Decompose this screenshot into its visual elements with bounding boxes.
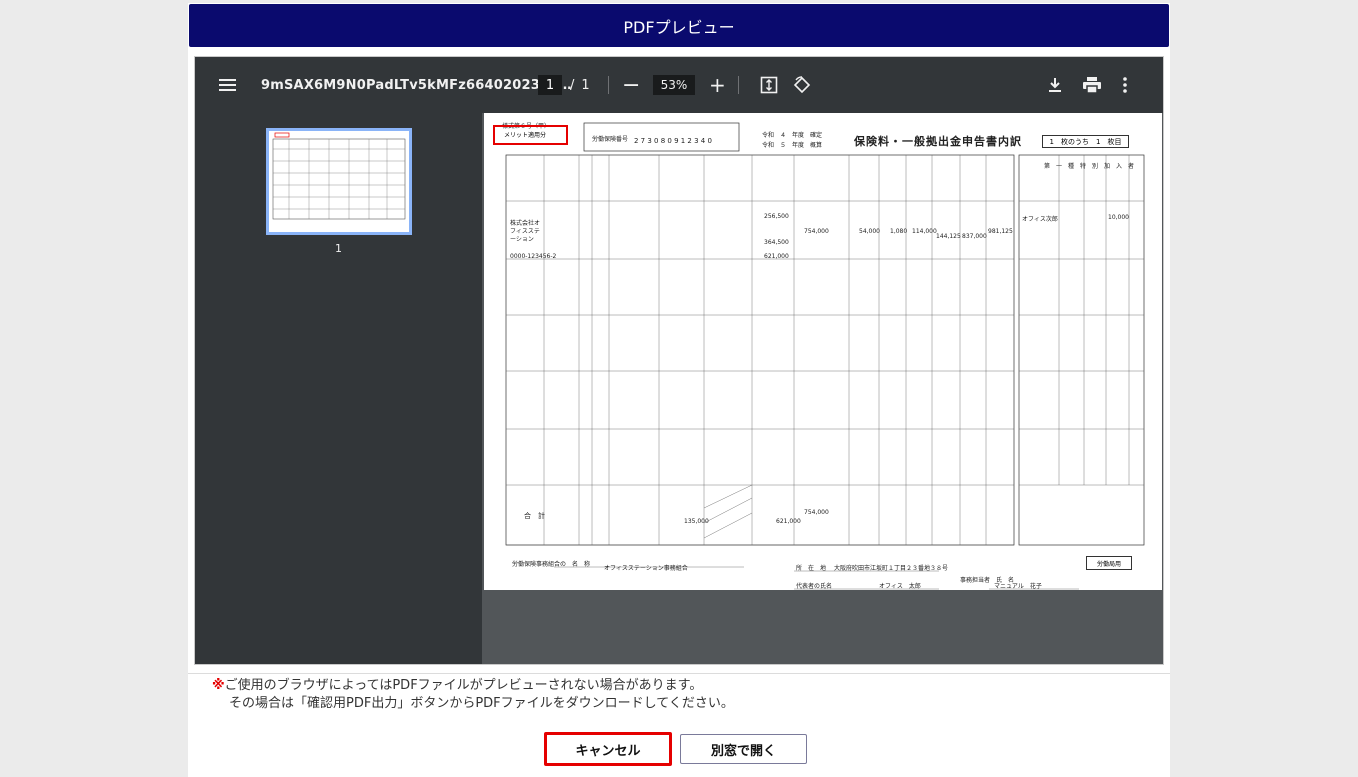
total-c: 754,000: [804, 509, 829, 516]
amount-9: 837,000: [962, 233, 987, 240]
amount-10: 981,125: [988, 228, 1013, 235]
pdf-page: 様式第６号（甲） メリット適用分 労働保険番号 2 7 3 0 8 0 9 1 …: [484, 113, 1162, 590]
member-name: オフィス次郎: [1022, 216, 1058, 223]
amount-6: 1,080: [890, 228, 908, 235]
pdf-toolbar: 9mSAX6M9N0PadLTv5kMFz6640202306… 1 / 1 −…: [195, 57, 1163, 113]
fit-page-icon[interactable]: [760, 57, 778, 113]
amount-1: 256,500: [764, 213, 789, 220]
notice-mark: ※: [212, 678, 225, 693]
more-vert-icon[interactable]: [1123, 57, 1127, 113]
open-new-window-button[interactable]: 別窓で開く: [680, 734, 807, 764]
special-member-header: 第 一 種 特 別 加 入 者: [1044, 163, 1135, 170]
amount-4: 621,000: [764, 253, 789, 260]
amount-5: 54,000: [859, 228, 880, 235]
cancel-button[interactable]: キャンセル: [544, 732, 672, 766]
thumbnail-image: [272, 132, 406, 220]
rotate-icon[interactable]: [793, 57, 811, 113]
insurance-no-label: 労働保険番号: [592, 136, 629, 143]
thumbnail-sidebar: 1: [195, 113, 482, 664]
amount-3: 364,500: [764, 239, 789, 246]
amount-11: 10,000: [1108, 214, 1129, 221]
total-b: 621,000: [776, 518, 801, 525]
form-grid: [505, 122, 1145, 590]
amount-7: 114,000: [912, 228, 937, 235]
thumbnail-page-number: 1: [335, 242, 342, 255]
menu-icon[interactable]: [219, 57, 237, 113]
document-area: 様式第６号（甲） メリット適用分 労働保険番号 2 7 3 0 8 0 9 1 …: [482, 113, 1163, 664]
toolbar-divider: [608, 57, 609, 113]
address: 大阪府吹田市江坂町１丁目２３番地３８号: [834, 565, 949, 572]
page-separator: /: [570, 77, 575, 93]
page-of-box: 1 枚のうち 1 枚目: [1042, 135, 1129, 148]
company-name: 株式会社オフィスステーション: [510, 220, 541, 243]
dialog-title: PDFプレビュー: [189, 4, 1169, 47]
page-number-input[interactable]: 1: [538, 75, 562, 95]
address-label: 所 在 地: [796, 565, 827, 572]
notice-line-1: ※ご使用のブラウザによってはPDFファイルがプレビューされない場合があります。: [212, 677, 734, 695]
pdf-preview-dialog: PDFプレビュー 9mSAX6M9N0PadLTv5kMFz6640202306…: [188, 3, 1170, 777]
year-estimated: 令和 ５ 年度 概算: [762, 142, 823, 149]
notice-text-1: ご使用のブラウザによってはPDFファイルがプレビューされない場合があります。: [224, 678, 703, 693]
total-a: 135,000: [684, 518, 709, 525]
merit-label: メリット適用分: [504, 132, 547, 139]
year-confirmed: 令和 ４ 年度 確定: [762, 132, 823, 139]
rosai-label: 労働局用: [1086, 556, 1132, 570]
print-icon[interactable]: [1083, 57, 1101, 113]
pdf-filename: 9mSAX6M9N0PadLTv5kMFz6640202306…: [261, 77, 572, 93]
page-total: 1: [581, 77, 590, 93]
total-label: 合 計: [524, 512, 545, 520]
staff-name: マニュアル 花子: [994, 583, 1042, 590]
zoom-value: 53%: [653, 75, 695, 95]
insurance-no: 2 7 3 0 8 0 9 1 2 3 4 0: [634, 137, 712, 145]
download-icon[interactable]: [1047, 57, 1063, 113]
company-number: 0000-123456-2: [510, 253, 557, 260]
toolbar-divider-2: [738, 57, 739, 113]
association-name: オフィスステーション事務組合: [604, 565, 688, 572]
amount-8: 144,125: [936, 233, 961, 240]
representative-label: 代表者の氏名: [796, 583, 833, 590]
association-label: 労働保険事務組合の 名 称: [512, 561, 591, 568]
pdf-viewer: 9mSAX6M9N0PadLTv5kMFz6640202306… 1 / 1 −…: [194, 56, 1164, 665]
zoom-out-button[interactable]: −: [622, 57, 640, 113]
amount-2: 754,000: [804, 228, 829, 235]
zoom-in-button[interactable]: +: [709, 57, 726, 113]
form-title: 保険料・一般拠出金申告書内訳: [854, 135, 1022, 148]
footer-divider: [188, 673, 1170, 674]
page-thumbnail[interactable]: [266, 128, 412, 235]
zoom-level[interactable]: 53%: [653, 57, 695, 113]
notice-line-2: その場合は「確認用PDF出力」ボタンからPDFファイルをダウンロードしてください…: [229, 696, 734, 711]
page-indicator: 1 / 1: [538, 57, 590, 113]
representative-name: オフィス 太郎: [879, 583, 921, 590]
browser-notice: ※ご使用のブラウザによってはPDFファイルがプレビューされない場合があります。 …: [212, 677, 734, 713]
